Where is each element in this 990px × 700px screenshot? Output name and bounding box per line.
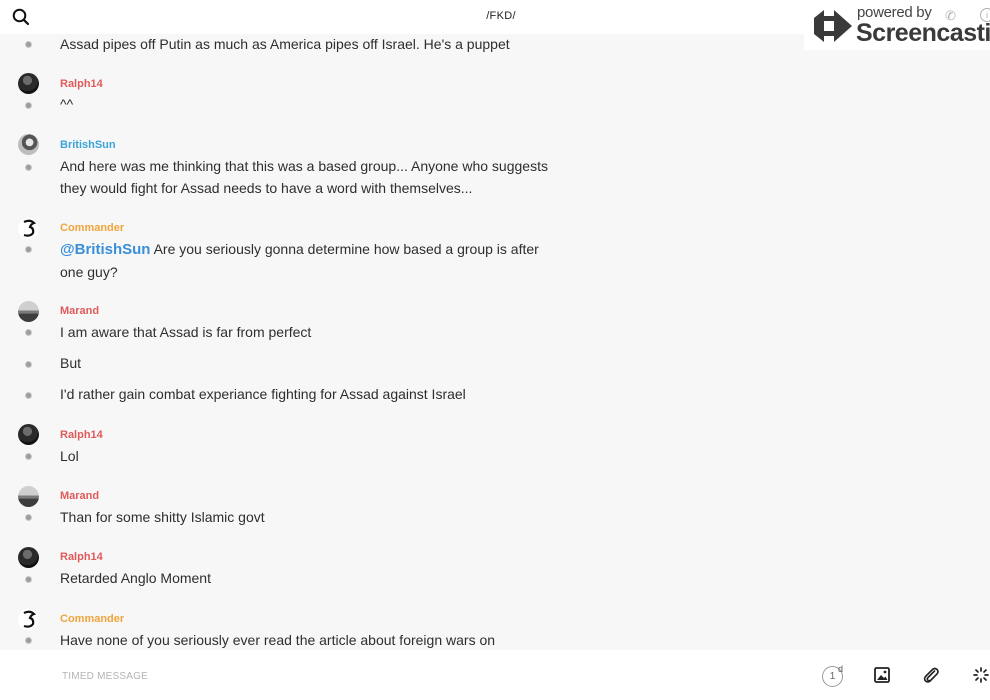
status-dot-icon [25,361,32,368]
username[interactable]: Commander [60,613,124,625]
image-icon[interactable] [873,666,891,684]
phone-icon: ✆ [945,8,956,23]
username[interactable]: Ralph14 [60,551,103,563]
username[interactable]: Commander [60,222,124,234]
status-dot-icon [25,41,32,48]
timer-unit: d [838,664,844,674]
message-text: Assad pipes off Putin as much as America… [60,36,510,52]
status-dot-icon [25,102,32,109]
message-input[interactable] [60,662,764,690]
paperclip-icon[interactable] [922,666,940,684]
user-mention[interactable]: @BritishSun [60,241,150,258]
status-dot-icon [25,514,32,521]
message-text: Than for some shitty Islamic govt [60,509,265,525]
message-text: I am aware that Assad is far from perfec… [60,324,312,340]
message-text: ^^ [60,96,74,112]
composer-bar: 1 d [0,650,990,700]
avatar[interactable] [18,609,39,630]
status-dot-icon [25,637,32,644]
message-text: @BritishSun Are you seriously gonna dete… [60,238,560,283]
username[interactable]: Ralph14 [60,429,103,441]
username[interactable]: BritishSun [60,139,116,151]
username[interactable]: Ralph14 [60,78,103,90]
avatar[interactable] [18,218,39,239]
status-dot-icon [25,453,32,460]
avatar[interactable] [18,547,39,568]
message-text: And here was me thinking that this was a… [60,158,548,196]
message-text: Have none of you seriously ever read the… [60,632,496,648]
avatar[interactable] [18,424,39,445]
status-dot-icon [25,246,32,253]
message-list: Assad pipes off Putin as much as America… [0,34,990,650]
status-dot-icon [25,392,32,399]
username[interactable]: Marand [60,490,99,502]
message-text: I'd rather gain combat experiance fighti… [60,386,466,402]
message-text: Retarded Anglo Moment [60,570,211,586]
message-text: But [60,355,82,371]
status-dot-icon [25,576,32,583]
avatar[interactable] [18,301,39,322]
info-icon: i [980,8,990,22]
avatar[interactable] [18,134,39,155]
status-dot-icon [25,329,32,336]
message-text: Lol [60,448,79,464]
status-dot-icon [25,164,32,171]
avatar[interactable] [18,486,39,507]
loading-spinner-icon[interactable] [972,666,990,684]
username[interactable]: Marand [60,305,99,317]
avatar[interactable] [18,73,39,94]
